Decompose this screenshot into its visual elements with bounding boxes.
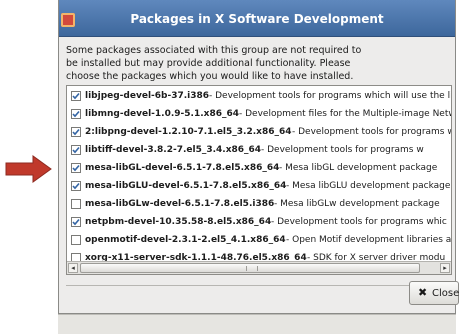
description-line: Some packages associated with this group… bbox=[66, 45, 362, 56]
package-checkbox[interactable] bbox=[71, 109, 81, 119]
dialog-titlebar[interactable]: Packages in X Software Development bbox=[59, 0, 455, 37]
package-description: - Mesa libGLw development package bbox=[274, 199, 440, 209]
package-name: mesa-libGL-devel-6.5.1-7.8.el5.x86_64 bbox=[85, 163, 280, 173]
package-name: openmotif-devel-2.3.1-2.el5_4.1.x86_64 bbox=[85, 235, 286, 245]
package-description: - Development tools for programs w bbox=[292, 127, 451, 137]
checkmark-icon bbox=[72, 92, 80, 100]
package-checkbox[interactable] bbox=[71, 163, 81, 173]
checkmark-icon bbox=[72, 128, 80, 136]
package-name: xorg-x11-server-sdk-1.1.1-48.76.el5.x86_… bbox=[85, 253, 307, 261]
checkmark-icon bbox=[72, 218, 80, 226]
annotation-arrow-icon bbox=[5, 155, 52, 183]
package-checkbox[interactable] bbox=[71, 199, 81, 209]
package-checkbox[interactable] bbox=[71, 217, 81, 227]
package-name: libjpeg-devel-6b-37.i386 bbox=[85, 91, 210, 101]
checkmark-icon bbox=[72, 164, 80, 172]
package-description: - SDK for X server driver modu bbox=[307, 253, 446, 261]
package-name: libtiff-devel-3.8.2-7.el5_3.4.x86_64 bbox=[85, 145, 262, 155]
package-checkbox[interactable] bbox=[71, 145, 81, 155]
package-description: - Open Motif development libraries a bbox=[286, 235, 451, 245]
package-name: mesa-libGLw-devel-6.5.1-7.8.el5.i386 bbox=[85, 199, 275, 209]
package-description: - Mesa libGLU development package bbox=[286, 181, 451, 191]
checkmark-icon bbox=[72, 182, 80, 190]
scroll-left-button[interactable]: ◂ bbox=[68, 263, 78, 273]
close-button[interactable]: ✖ Close bbox=[409, 281, 459, 305]
dialog-separator bbox=[66, 285, 452, 286]
package-description: - Development tools for programs w bbox=[261, 145, 424, 155]
scrollbar-thumb[interactable] bbox=[80, 263, 420, 273]
scroll-right-button[interactable]: ▸ bbox=[440, 263, 450, 273]
description-line: choose the packages which you would like… bbox=[66, 71, 354, 82]
background-footer bbox=[58, 314, 456, 334]
package-checkbox[interactable] bbox=[71, 127, 81, 137]
package-checkbox[interactable] bbox=[71, 235, 81, 245]
package-name: netpbm-devel-10.35.58-8.el5.x86_64 bbox=[85, 217, 272, 227]
horizontal-scrollbar[interactable]: ◂ ▸ bbox=[67, 261, 451, 274]
close-button-label: Close bbox=[432, 288, 460, 299]
packages-dialog: Packages in X Software Development Some … bbox=[58, 0, 459, 314]
package-checkbox[interactable] bbox=[71, 181, 81, 191]
description-line: be installed but may provide additional … bbox=[66, 58, 351, 69]
package-name: 2:libpng-devel-1.2.10-7.1.el5_3.2.x86_64 bbox=[85, 127, 292, 137]
package-list-rows: libjpeg-devel-6b-37.i386 - Development t… bbox=[67, 86, 451, 261]
package-list[interactable]: libjpeg-devel-6b-37.i386 - Development t… bbox=[66, 85, 452, 275]
close-icon: ✖ bbox=[418, 286, 428, 299]
checkmark-icon bbox=[72, 146, 80, 154]
dialog-title: Packages in X Software Development bbox=[130, 12, 384, 26]
dialog-description: Some packages associated with this group… bbox=[66, 44, 362, 83]
checkmark-icon bbox=[72, 110, 80, 118]
package-name: libmng-devel-1.0.9-5.1.x86_64 bbox=[85, 109, 239, 119]
package-description: - Development files for the Multiple-ima… bbox=[239, 109, 451, 119]
package-description: - Development tools for programs which w… bbox=[209, 91, 451, 101]
package-description: - Mesa libGL development package bbox=[279, 163, 438, 173]
package-description: - Development tools for programs whic bbox=[271, 217, 447, 227]
thumb-grip bbox=[246, 266, 258, 271]
package-name: mesa-libGLU-devel-6.5.1-7.8.el5.x86_64 bbox=[85, 181, 287, 191]
package-checkbox[interactable] bbox=[71, 253, 81, 261]
package-checkbox[interactable] bbox=[71, 91, 81, 101]
